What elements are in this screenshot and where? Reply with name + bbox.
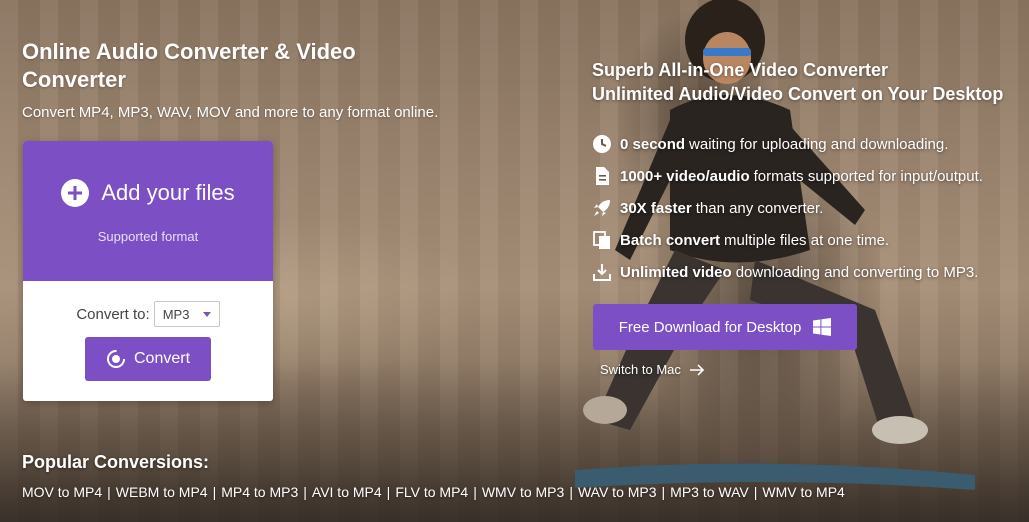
conversion-link[interactable]: MOV to MP4 [22, 484, 102, 500]
add-files-label: Add your files [101, 180, 235, 205]
conversion-link[interactable]: MP3 to WAV [670, 484, 749, 500]
switch-to-mac-link[interactable]: Switch to Mac [600, 362, 705, 377]
feature-text: multiple files at one time. [724, 231, 890, 249]
promo-title-line1: Superb All-in-One Video Converter [592, 60, 889, 80]
feature-text: waiting for uploading and downloading. [689, 135, 949, 153]
feature-item: Batch convert multiple files at one time… [592, 224, 1022, 256]
copy-files-icon [593, 231, 610, 249]
page-subtitle: Convert MP4, MP3, WAV, MOV and more to a… [22, 104, 439, 121]
free-download-button[interactable]: Free Download for Desktop [593, 304, 857, 350]
feature-bold: Batch convert [620, 231, 721, 249]
page-title: Online Audio Converter & Video Converter [22, 39, 356, 92]
format-select[interactable]: MP3 [153, 301, 220, 327]
conversion-link[interactable]: MP4 to MP3 [221, 484, 298, 500]
conversion-link[interactable]: WMV to MP3 [482, 484, 564, 500]
free-download-label: Free Download for Desktop [618, 318, 802, 336]
feature-bold: 0 second [620, 135, 686, 153]
add-files-dropzone[interactable]: Add your files Supported format [23, 141, 273, 281]
add-files-button[interactable]: Add your files [61, 179, 235, 207]
clock-icon [593, 135, 611, 153]
feature-text: downloading and converting to MP3. [735, 263, 979, 281]
upload-card: Add your files Supported format Convert … [23, 141, 273, 401]
separator: | [473, 484, 477, 500]
feature-item: 0 second waiting for uploading and downl… [592, 128, 1022, 160]
convert-to-label: Convert to: [76, 305, 150, 323]
file-icon [596, 167, 609, 185]
supported-format-link[interactable]: Supported format [98, 229, 198, 244]
format-select-value: MP3 [162, 306, 190, 322]
conversion-link[interactable]: AVI to MP4 [312, 484, 382, 500]
conversion-link[interactable]: WEBM to MP4 [116, 484, 208, 500]
feature-text: than any converter. [695, 199, 824, 217]
windows-icon [813, 318, 832, 336]
feature-bold: 1000+ video/audio [620, 167, 750, 185]
feature-item: Unlimited video downloading and converti… [592, 256, 1022, 288]
conversion-link[interactable]: FLV to MP4 [395, 484, 468, 500]
separator: | [569, 484, 573, 500]
download-icon [593, 264, 611, 281]
separator: | [753, 484, 758, 500]
feature-text: formats supported for input/output. [753, 167, 983, 185]
separator: | [107, 484, 111, 500]
chevron-down-icon [202, 311, 211, 317]
convert-button-label: Convert [133, 350, 191, 367]
convert-to-row: Convert to: MP3 [23, 301, 273, 327]
conversion-link[interactable]: WAV to MP3 [578, 484, 657, 500]
arrow-right-icon [689, 363, 705, 376]
separator: | [212, 484, 217, 500]
promo-title: Superb All-in-One Video Converter Unlimi… [592, 58, 1022, 106]
feature-item: 1000+ video/audio formats supported for … [592, 160, 1022, 192]
switch-to-mac-label: Switch to Mac [600, 362, 681, 377]
feature-bold: Unlimited video [620, 263, 732, 281]
feature-bold: 30X faster [620, 199, 692, 217]
separator: | [661, 484, 666, 500]
popular-conversions-list: MOV to MP4 | WEBM to MP4 | MP4 to MP3 | AVI… [22, 484, 845, 500]
promo-title-line2: Unlimited Audio/Video Convert on Your De… [592, 84, 1004, 104]
feature-list: 0 second waiting for uploading and downl… [592, 128, 1022, 288]
convert-icon [106, 350, 125, 368]
rocket-icon [594, 200, 610, 216]
popular-conversions-title: Popular Conversions: [22, 452, 210, 472]
plus-circle-icon [61, 179, 90, 207]
separator: | [386, 484, 391, 500]
convert-button[interactable]: Convert [85, 337, 211, 381]
conversion-link[interactable]: WMV to MP4 [762, 484, 844, 500]
feature-item: 30X faster than any converter. [592, 192, 1022, 224]
separator: | [303, 484, 307, 500]
